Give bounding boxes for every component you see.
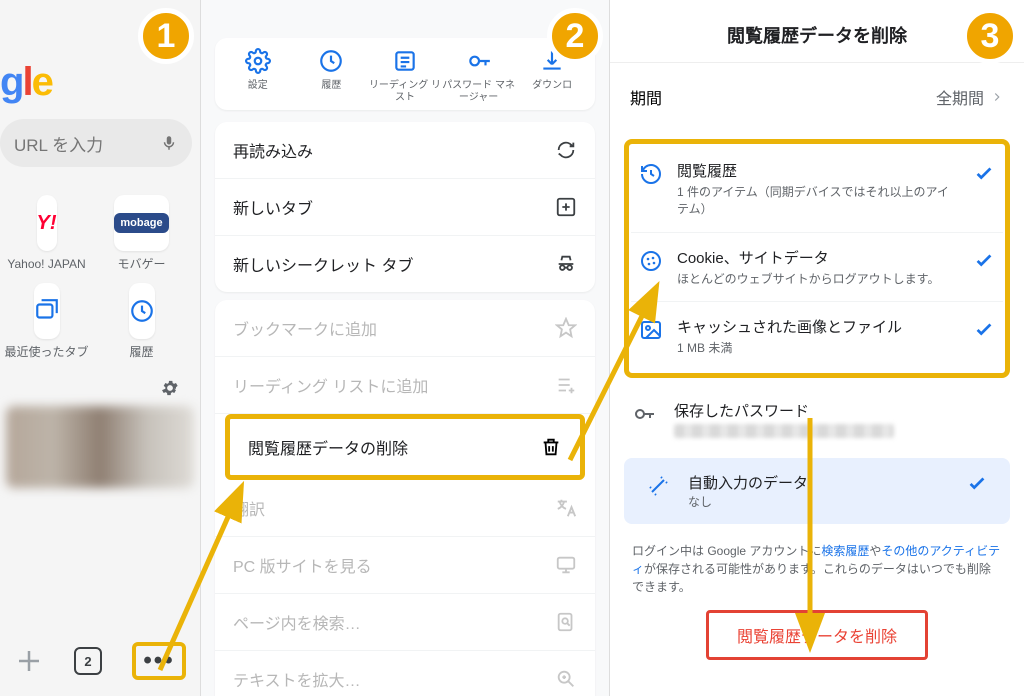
menu-incognito[interactable]: 新しいシークレット タブ (215, 236, 595, 292)
menu-desktop: PC 版サイトを見る (215, 537, 595, 594)
translate-icon (555, 497, 577, 519)
shortcut-history[interactable] (129, 283, 155, 339)
menu-textzoom: テキストを拡大… (215, 651, 595, 696)
menu-translate: 翻訳 (215, 480, 595, 537)
menu-label: リーディング リストに追加 (233, 373, 428, 397)
blurred-content (6, 406, 194, 488)
check-sub: 1 MB 未満 (677, 340, 959, 357)
panel-menu: 2 設定 履歴 リーディング リスト パスワード マネージャー ダウンロ 再読み… (200, 0, 610, 696)
newtab-plus-icon[interactable] (14, 646, 44, 676)
menu-label: ページ内を検索… (233, 610, 361, 634)
toolbar-settings[interactable]: 設定 (221, 48, 295, 104)
check-sub: なし (688, 493, 948, 510)
menu-label: PC 版サイトを見る (233, 553, 372, 577)
image-icon (639, 318, 663, 342)
menu-label: テキストを拡大… (233, 667, 361, 691)
trash-icon (540, 436, 562, 458)
tab-count-button[interactable]: 2 (74, 647, 102, 675)
check-icon (973, 162, 995, 184)
check-cache[interactable]: キャッシュされた画像とファイル 1 MB 未満 (631, 302, 1003, 371)
wand-icon (646, 474, 670, 498)
check-title: 自動入力のデータ (688, 472, 948, 493)
check-passwords[interactable]: 保存したパスワード (610, 386, 1024, 452)
check-sub: 1 件のアイテム（同期デバイスではそれ以上のアイテム） (677, 184, 959, 218)
toolbar-label: 履歴 (321, 80, 341, 92)
gear-icon[interactable] (160, 378, 180, 398)
google-logo: gle (0, 60, 200, 105)
menu-findinpage: ページ内を検索… (215, 594, 595, 651)
highlighted-check-group: 閲覧履歴 1 件のアイテム（同期デバイスではそれ以上のアイテム） Cookie、… (624, 139, 1010, 378)
shortcut-label: 最近使ったタブ (4, 345, 88, 361)
menu-label: ブックマークに追加 (233, 316, 377, 340)
shortcut-yahoo[interactable]: Y! (37, 195, 57, 251)
more-menu-button[interactable]: ••• (132, 642, 186, 680)
check-autofill[interactable]: 自動入力のデータ なし (624, 458, 1010, 524)
menu-label: 閲覧履歴データの削除 (248, 435, 408, 459)
blurred-content (674, 424, 894, 438)
reload-icon (555, 139, 577, 161)
check-title: 保存したパスワード (674, 400, 1002, 421)
check-icon (966, 472, 988, 494)
plus-square-icon (555, 196, 577, 218)
check-icon (973, 249, 995, 271)
monitor-icon (555, 554, 577, 576)
panel-cleardata: 3 閲覧履歴データを削除 期間 全期間 閲覧履歴 1 件のアイテム（同期デバイス… (610, 0, 1024, 696)
history-icon (639, 162, 663, 186)
toolbar-label: ダウンロ (532, 80, 572, 92)
list-add-icon (555, 374, 577, 396)
search-page-icon (555, 611, 577, 633)
toolbar-label: 設定 (248, 80, 268, 92)
shortcut-label: Yahoo! JAPAN (7, 257, 85, 273)
search-placeholder: URL を入力 (14, 131, 103, 156)
toolbar-readinglist[interactable]: リーディング リスト (368, 48, 442, 104)
step-badge-1: 1 (138, 8, 194, 64)
search-input[interactable]: URL を入力 (0, 119, 192, 167)
period-value: 全期間 (936, 85, 984, 109)
period-label: 期間 (630, 85, 662, 109)
check-title: Cookie、サイトデータ (677, 247, 959, 268)
menu-cleardata[interactable]: 閲覧履歴データの削除 (230, 419, 580, 475)
mic-icon[interactable] (160, 131, 178, 155)
shortcut-mobage[interactable]: mobage (114, 195, 168, 251)
toolbar-history[interactable]: 履歴 (295, 48, 369, 104)
delete-data-button[interactable]: 閲覧履歴データを削除 (706, 610, 928, 660)
check-cookies[interactable]: Cookie、サイトデータ ほとんどのウェブサイトからログアウトします。 (631, 233, 1003, 303)
check-history[interactable]: 閲覧履歴 1 件のアイテム（同期デバイスではそれ以上のアイテム） (631, 146, 1003, 233)
menu-bookmark: ブックマークに追加 (215, 300, 595, 357)
check-sub: ほとんどのウェブサイトからログアウトします。 (677, 271, 959, 288)
menu-label: 翻訳 (233, 496, 265, 520)
menu-label: 新しいシークレット タブ (233, 252, 413, 276)
incognito-icon (555, 253, 577, 275)
shortcut-label: モバゲー (117, 257, 165, 273)
step-badge-2: 2 (547, 8, 603, 64)
footer-note: ログイン中は Google アカウントに検索履歴やその他のアクティビティが保存さ… (610, 536, 1024, 606)
cookie-icon (639, 249, 663, 273)
check-title: キャッシュされた画像とファイル (677, 316, 959, 337)
chevron-right-icon (990, 90, 1004, 104)
menu-label: 再読み込み (233, 138, 313, 162)
toolbar-label: リーディング リスト (368, 80, 442, 104)
menu-reload[interactable]: 再読み込み (215, 122, 595, 179)
shortcut-recent-tabs[interactable] (34, 283, 60, 339)
menu-readinglist: リーディング リストに追加 (215, 357, 595, 414)
toolbar-label: パスワード マネージャー (442, 80, 516, 104)
star-icon (555, 317, 577, 339)
check-icon (973, 318, 995, 340)
shortcut-label: 履歴 (129, 345, 153, 361)
menu-newtab[interactable]: 新しいタブ (215, 179, 595, 236)
link-search-history[interactable]: 検索履歴 (821, 544, 869, 558)
step-badge-3: 3 (962, 8, 1018, 64)
menu-label: 新しいタブ (233, 195, 313, 219)
panel-home: 1 gle URL を入力 Y! Yahoo! JAPAN mobage モバゲ… (0, 0, 200, 696)
period-row[interactable]: 期間 全期間 (610, 63, 1024, 131)
toolbar-passwords[interactable]: パスワード マネージャー (442, 48, 516, 104)
zoom-icon (555, 668, 577, 690)
check-title: 閲覧履歴 (677, 160, 959, 181)
key-icon (632, 402, 656, 426)
